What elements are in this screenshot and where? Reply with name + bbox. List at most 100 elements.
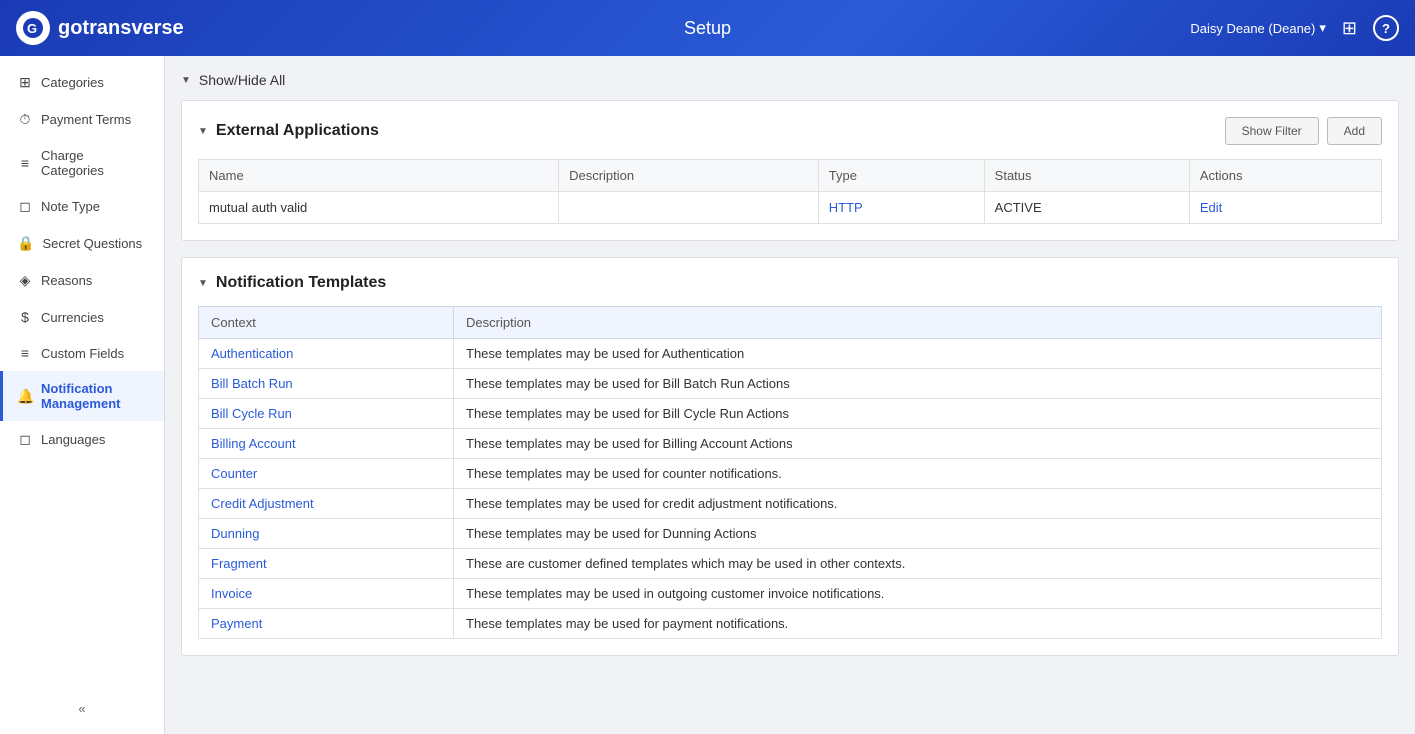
show-hide-all-label: Show/Hide All [199,72,285,88]
sidebar-collapse-button[interactable]: « [0,691,164,726]
logo[interactable]: G gotransverse [16,11,184,45]
notification-templates-title: Notification Templates [216,274,386,292]
sidebar-item-payment-terms[interactable]: ⏱ Payment Terms [0,101,164,138]
table-header-row: Name Description Type Status Actions [199,160,1382,192]
sidebar-item-label: Payment Terms [41,112,131,127]
sidebar-item-languages[interactable]: ◻ Languages [0,421,164,458]
user-dropdown-arrow: ▾ [1319,20,1326,36]
notif-col-context: Context [199,307,454,339]
notif-cell-description: These templates may be used for Bill Bat… [454,369,1382,399]
reasons-icon: ◈ [17,272,33,289]
notif-table-row: InvoiceThese templates may be used in ou… [199,579,1382,609]
notif-table-row: AuthenticationThese templates may be use… [199,339,1382,369]
notif-cell-context[interactable]: Invoice [199,579,454,609]
sidebar-item-charge-categories[interactable]: ≡ Charge Categories [0,138,164,188]
notif-table-header-row: Context Description [199,307,1382,339]
notif-table-row: Billing AccountThese templates may be us… [199,429,1382,459]
col-actions: Actions [1189,160,1381,192]
sidebar-item-label: Secret Questions [42,236,142,251]
notif-cell-context[interactable]: Dunning [199,519,454,549]
show-filter-button[interactable]: Show Filter [1225,117,1319,145]
notif-templates-collapse-icon[interactable]: ▼ [198,278,208,289]
currencies-icon: $ [17,309,33,325]
sidebar-item-label: Note Type [41,199,100,214]
sidebar-item-categories[interactable]: ⊞ Categories [0,64,164,101]
help-icon[interactable]: ? [1373,15,1399,41]
external-applications-actions: Show Filter Add [1225,117,1382,145]
notif-cell-description: These templates may be used for payment … [454,609,1382,639]
sidebar-item-note-type[interactable]: ◻ Note Type [0,188,164,225]
external-applications-title-area: ▼ External Applications [198,122,379,140]
type-link[interactable]: HTTP [829,200,863,215]
sidebar-item-custom-fields[interactable]: ≡ Custom Fields [0,335,164,371]
notif-table-row: PaymentThese templates may be used for p… [199,609,1382,639]
notif-cell-context[interactable]: Authentication [199,339,454,369]
sidebar-item-currencies[interactable]: $ Currencies [0,299,164,335]
notif-cell-description: These are customer defined templates whi… [454,549,1382,579]
languages-icon: ◻ [17,431,33,448]
external-applications-section: ▼ External Applications Show Filter Add … [181,100,1399,241]
add-button[interactable]: Add [1327,117,1382,145]
body-layout: ⊞ Categories ⏱ Payment Terms ≡ Charge Ca… [0,56,1415,734]
cell-action: Edit [1189,192,1381,224]
sidebar-item-label: Charge Categories [41,148,150,178]
col-type: Type [818,160,984,192]
col-name: Name [199,160,559,192]
notif-cell-description: These templates may be used for Bill Cyc… [454,399,1382,429]
notif-cell-context[interactable]: Payment [199,609,454,639]
sidebar-item-label: Currencies [41,310,104,325]
notif-cell-description: These templates may be used for counter … [454,459,1382,489]
show-hide-triangle-icon: ▼ [181,75,191,86]
notif-cell-context[interactable]: Billing Account [199,429,454,459]
show-hide-all[interactable]: ▼ Show/Hide All [181,72,1399,88]
notif-table-row: FragmentThese are customer defined templ… [199,549,1382,579]
notif-cell-description: These templates may be used in outgoing … [454,579,1382,609]
user-name: Daisy Deane (Deane) [1190,21,1315,36]
external-apps-collapse-icon[interactable]: ▼ [198,126,208,137]
header-right: Daisy Deane (Deane) ▾ ⊞ ? [1190,15,1399,41]
notif-table-row: Bill Batch RunThese templates may be use… [199,369,1382,399]
sidebar-item-label: Custom Fields [41,346,124,361]
external-applications-table: Name Description Type Status Actions mut… [198,159,1382,224]
notif-cell-context[interactable]: Bill Batch Run [199,369,454,399]
app-header: G gotransverse Setup Daisy Deane (Deane)… [0,0,1415,56]
logo-icon: G [16,11,50,45]
notification-templates-title-area: ▼ Notification Templates [198,274,386,292]
col-description: Description [559,160,819,192]
notif-cell-description: These templates may be used for Dunning … [454,519,1382,549]
charge-categories-icon: ≡ [17,155,33,171]
col-status: Status [984,160,1189,192]
svg-text:G: G [27,21,37,36]
categories-icon: ⊞ [17,74,33,91]
notif-table-row: DunningThese templates may be used for D… [199,519,1382,549]
notif-cell-context[interactable]: Counter [199,459,454,489]
notification-templates-section: ▼ Notification Templates Context Descrip… [181,257,1399,656]
notif-table-row: Bill Cycle RunThese templates may be use… [199,399,1382,429]
cell-type: HTTP [818,192,984,224]
apps-grid-icon[interactable]: ⊞ [1342,18,1357,39]
cell-name: mutual auth valid [199,192,559,224]
notif-cell-context[interactable]: Bill Cycle Run [199,399,454,429]
sidebar-item-label: Categories [41,75,104,90]
sidebar-item-secret-questions[interactable]: 🔒 Secret Questions [0,225,164,262]
user-menu[interactable]: Daisy Deane (Deane) ▾ [1190,20,1326,36]
logo-text: gotransverse [58,17,184,40]
note-type-icon: ◻ [17,198,33,215]
sidebar-item-notification-management[interactable]: 🔔 Notification Management [0,371,164,421]
notification-templates-table: Context Description AuthenticationThese … [198,306,1382,639]
edit-link[interactable]: Edit [1200,200,1222,215]
notif-cell-context[interactable]: Fragment [199,549,454,579]
table-row: mutual auth valid HTTP ACTIVE Edit [199,192,1382,224]
cell-status: ACTIVE [984,192,1189,224]
payment-terms-icon: ⏱ [17,111,33,128]
notif-table-row: Credit AdjustmentThese templates may be … [199,489,1382,519]
notification-management-icon: 🔔 [17,388,33,405]
page-title: Setup [684,18,731,39]
notif-cell-description: These templates may be used for Billing … [454,429,1382,459]
notif-cell-description: These templates may be used for Authenti… [454,339,1382,369]
sidebar-item-reasons[interactable]: ◈ Reasons [0,262,164,299]
external-applications-title: External Applications [216,122,379,140]
notif-cell-context[interactable]: Credit Adjustment [199,489,454,519]
sidebar: ⊞ Categories ⏱ Payment Terms ≡ Charge Ca… [0,56,165,734]
main-content: ▼ Show/Hide All ▼ External Applications … [165,56,1415,734]
